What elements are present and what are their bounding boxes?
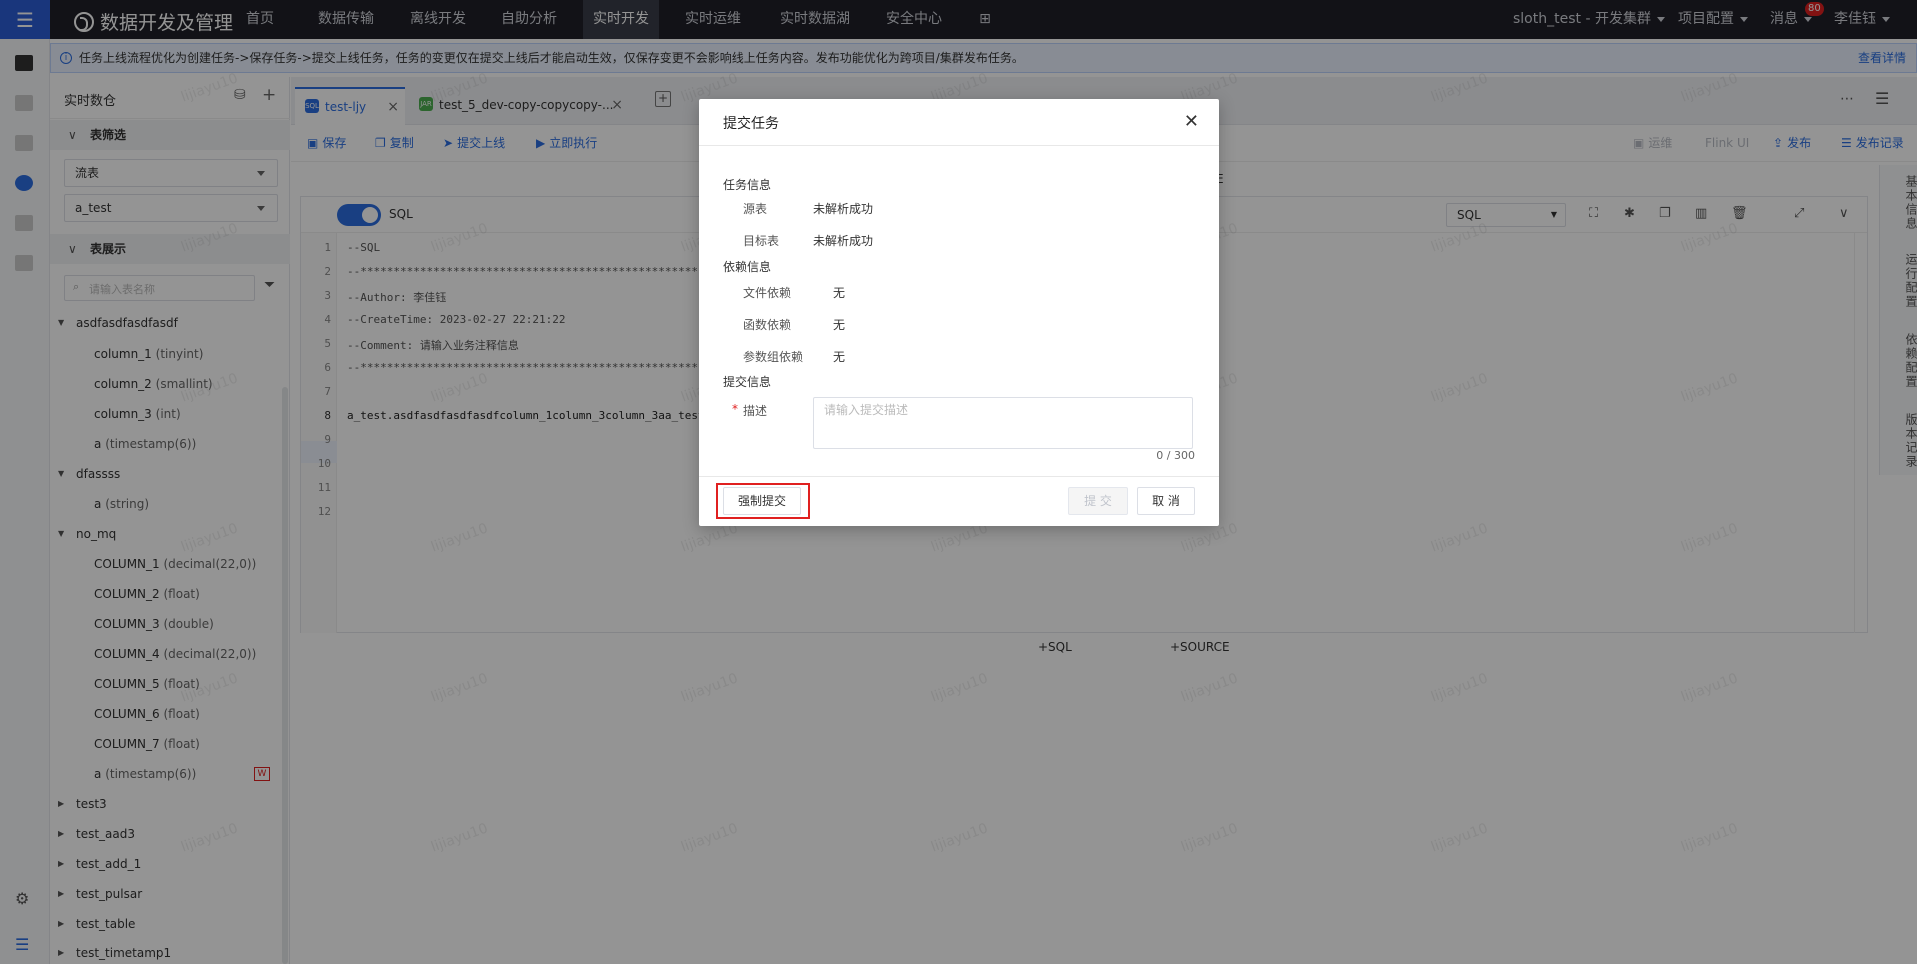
submit-task-dialog: 提交任务 ✕ 任务信息 源表 未解析成功 目标表 未解析成功 依赖信息 文件依赖… (699, 99, 1219, 526)
source-table-label: 源表 (743, 202, 768, 216)
file-dep-value: 无 (833, 286, 846, 300)
target-table-value: 未解析成功 (813, 234, 874, 248)
divider (699, 476, 1219, 477)
description-textarea[interactable]: 请输入提交描述 (813, 397, 1193, 449)
dependency-info-heading: 依赖信息 (723, 260, 772, 274)
task-info-heading: 任务信息 (723, 178, 772, 192)
target-table-label: 目标表 (743, 234, 780, 248)
func-dep-label: 函数依赖 (743, 318, 792, 332)
close-icon[interactable]: ✕ (1184, 111, 1199, 132)
param-dep-value: 无 (833, 350, 846, 364)
divider (699, 145, 1219, 146)
char-counter: 0 / 300 (1156, 449, 1195, 462)
dialog-title: 提交任务 (723, 116, 779, 132)
description-label: 描述 (743, 404, 768, 418)
submit-info-heading: 提交信息 (723, 375, 772, 389)
func-dep-value: 无 (833, 318, 846, 332)
file-dep-label: 文件依赖 (743, 286, 792, 300)
description-placeholder: 请输入提交描述 (824, 403, 909, 417)
required-mark: * (732, 402, 738, 416)
force-submit-button[interactable]: 强制提交 (723, 487, 801, 515)
source-table-value: 未解析成功 (813, 202, 874, 216)
cancel-button[interactable]: 取 消 (1137, 487, 1195, 515)
submit-button[interactable]: 提 交 (1068, 487, 1128, 515)
param-dep-label: 参数组依赖 (743, 350, 804, 364)
